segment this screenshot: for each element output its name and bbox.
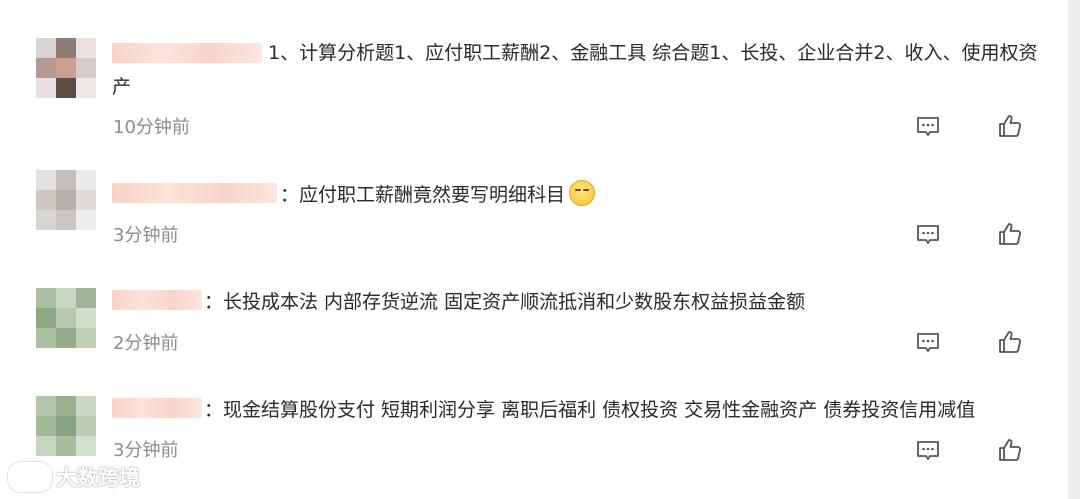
comment-time: 3分钟前 [113,225,179,246]
comment-icon[interactable] [915,222,941,248]
avatar[interactable] [36,38,96,98]
comment-list: 1、计算分析题1、应付职工薪酬2、金融工具 综合题1、长投、企业合并2、收入、使… [0,0,1068,499]
comment-text: ：现金结算股份支付 短期利润分享 离职后福利 债权投资 交易性金融资产 债券投资… [204,399,976,421]
avatar[interactable] [36,288,96,348]
thumbs-up-icon[interactable] [997,437,1023,463]
thinking-face-emoji [569,180,596,206]
comment-time: 2分钟前 [113,333,179,354]
comment-text: 1、计算分析题1、应付职工薪酬2、金融工具 综合题1、长投、企业合并2、收入、使… [112,42,1038,98]
avatar[interactable] [36,396,96,456]
comment-icon[interactable] [915,330,941,356]
watermark-text: 大数跨境 [56,466,140,490]
comment-text: ：应付职工薪酬竟然要写明细科目 [112,178,1042,212]
thumbs-up-icon[interactable] [997,221,1023,247]
scrollbar[interactable] [1068,0,1080,499]
watermark-logo-icon [8,462,52,492]
comment-icon[interactable] [915,438,941,464]
comment-time: 10分钟前 [113,117,190,138]
comment-icon[interactable] [915,114,941,140]
avatar[interactable] [36,170,96,230]
watermark: 大数跨境 [8,462,140,492]
thumbs-up-icon[interactable] [997,329,1023,355]
comment-text: ：长投成本法 内部存货逆流 固定资产顺流抵消和少数股东权益损益金额 [204,291,806,313]
comment-time: 3分钟前 [113,440,179,461]
thumbs-up-icon[interactable] [997,113,1023,139]
